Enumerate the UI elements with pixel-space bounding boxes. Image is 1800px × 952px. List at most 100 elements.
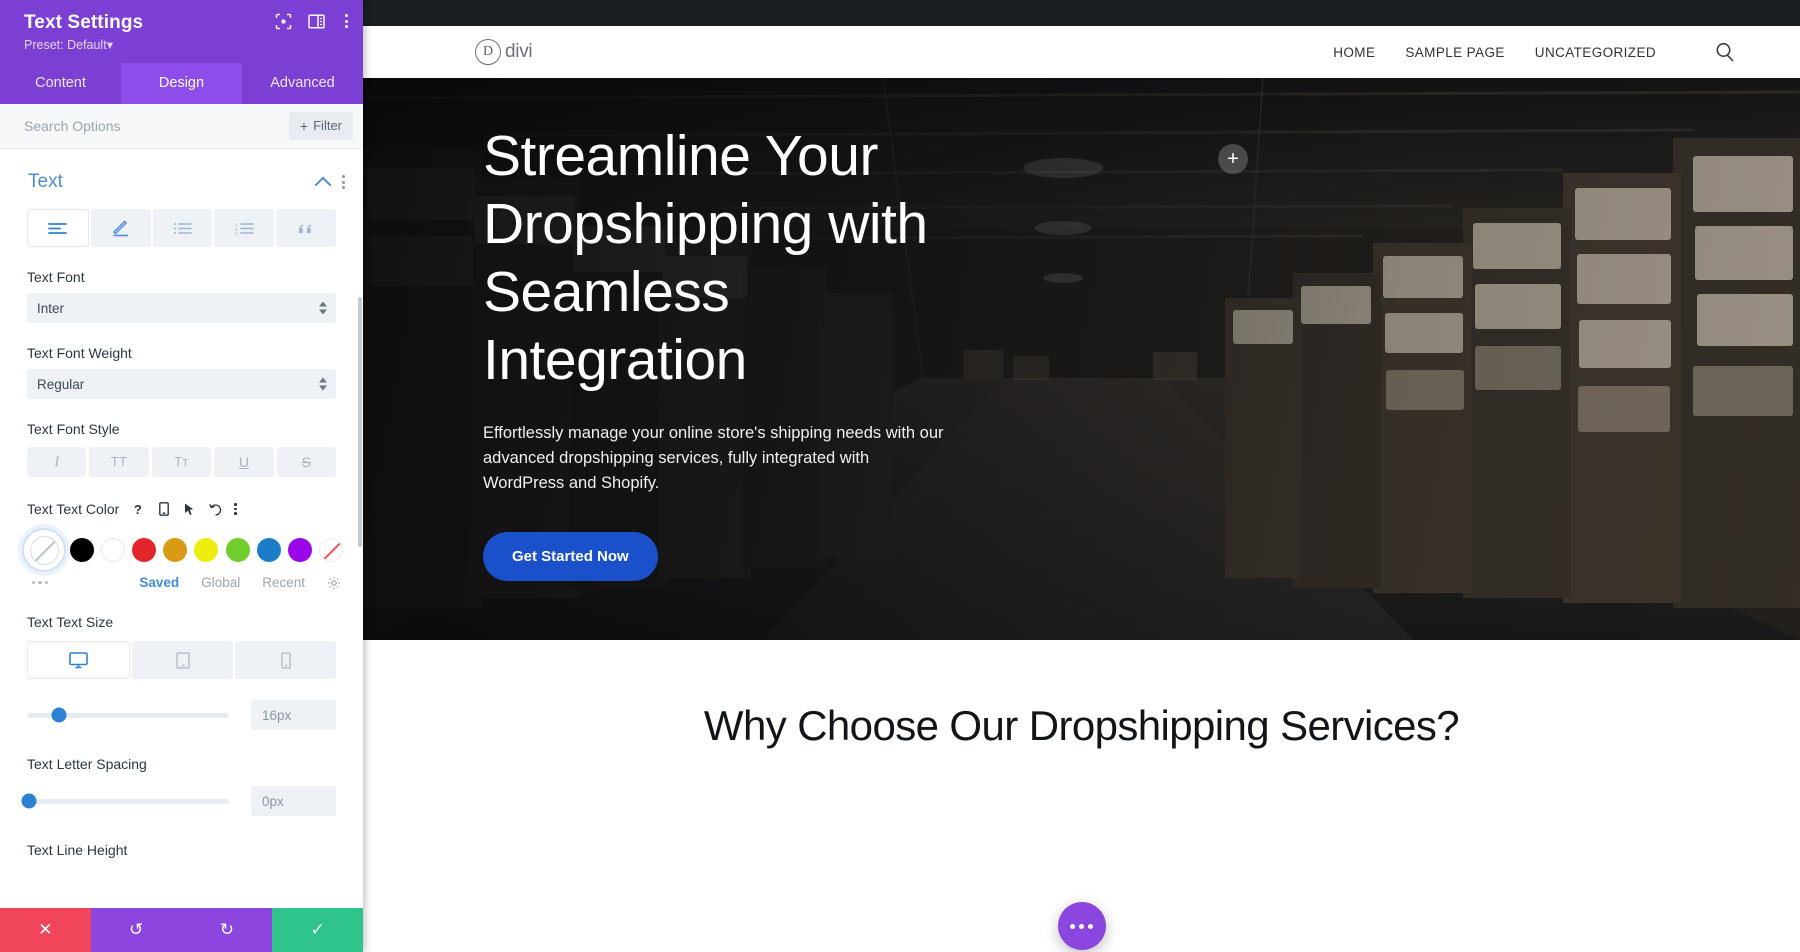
mobile-responsive-icon[interactable] [156, 502, 171, 517]
more-colors-icon[interactable] [32, 580, 49, 585]
text-font-select[interactable]: Inter [27, 293, 336, 323]
redo-button[interactable]: ↻ [181, 908, 273, 952]
reset-undo-icon[interactable] [208, 502, 223, 517]
text-size-value[interactable]: 16px [251, 700, 336, 730]
help-icon[interactable]: ? [130, 502, 145, 517]
text-font-style-field: Text Font Style [0, 421, 363, 437]
phone-icon[interactable] [235, 641, 336, 679]
color-tab-saved[interactable]: Saved [139, 575, 179, 590]
blockquote-icon[interactable] [276, 209, 336, 247]
letter-spacing-value[interactable]: 0px [251, 786, 336, 816]
plus-icon: + [299, 117, 309, 134]
section-title: Text [28, 171, 63, 192]
search-input[interactable] [24, 118, 234, 134]
swatch-green[interactable] [225, 538, 250, 562]
swatch-white[interactable] [100, 538, 125, 562]
site-logo[interactable]: D divi [475, 39, 533, 65]
swatch-purple[interactable] [288, 538, 313, 562]
kebab-menu-icon[interactable] [234, 503, 237, 515]
swatch-blue[interactable] [256, 538, 281, 562]
gear-icon[interactable] [327, 576, 341, 590]
align-left-icon[interactable] [27, 209, 89, 247]
text-font-field: Text Font Inter [0, 269, 363, 323]
capitalize-button[interactable]: Tт [151, 447, 212, 477]
hero-paragraph: Effortlessly manage your online store's … [483, 424, 944, 492]
preset-caret-icon: ▾ [106, 38, 113, 52]
text-size-slider-row: 16px [0, 700, 363, 730]
letter-spacing-slider[interactable] [21, 793, 229, 809]
italic-button[interactable]: I [27, 447, 87, 477]
color-source-row: Saved Global Recent [0, 575, 363, 590]
filter-label: Filter [313, 118, 342, 133]
underline-button[interactable]: U [214, 447, 274, 477]
features-section: Why Choose Our Dropshipping Services? [363, 640, 1800, 952]
focus-target-icon[interactable] [274, 12, 292, 30]
current-color-swatch[interactable] [22, 528, 66, 572]
letter-spacing-label: Text Letter Spacing [27, 756, 147, 772]
swatch-red[interactable] [132, 538, 157, 562]
search-row: + Filter [0, 104, 363, 149]
save-button[interactable]: ✓ [272, 908, 363, 952]
text-size-field: Text Text Size [0, 614, 363, 630]
hero-title: Streamline Your Dropshipping with Seamle… [483, 124, 928, 392]
nav-link-sample-page[interactable]: SAMPLE PAGE [1405, 45, 1504, 60]
swatch-no-color[interactable] [319, 538, 344, 562]
chevron-up-icon[interactable] [316, 178, 330, 187]
panel-header: Text Settings Preset: Default▾ [0, 0, 363, 63]
ordered-list-icon[interactable]: 1 2 3 [214, 209, 275, 247]
panel-preset[interactable]: Preset: Default▾ [24, 38, 349, 53]
text-size-slider-knob[interactable] [51, 707, 67, 723]
desktop-icon[interactable] [27, 641, 130, 679]
panel-header-icons [274, 12, 353, 30]
unordered-list-icon[interactable] [152, 209, 213, 247]
admin-bar [363, 0, 1800, 26]
strikethrough-button[interactable]: S [276, 447, 337, 477]
text-size-label: Text Text Size [27, 614, 114, 630]
text-font-weight-field: Text Font Weight Regular [0, 345, 363, 399]
preset-label: Preset: Default [24, 38, 107, 52]
swatch-black[interactable] [69, 538, 94, 562]
panel-scrollbar[interactable] [358, 297, 362, 547]
line-height-field: Text Line Height [0, 842, 363, 858]
get-started-button[interactable]: Get Started Now [483, 532, 658, 581]
kebab-menu-icon[interactable] [342, 175, 345, 189]
color-tab-recent[interactable]: Recent [262, 575, 305, 590]
text-font-style-label: Text Font Style [27, 421, 120, 437]
swatch-orange[interactable] [163, 538, 188, 562]
tab-design[interactable]: Design [121, 63, 242, 104]
text-toolbar: 1 2 3 [0, 209, 363, 247]
builder-menu-fab[interactable] [1057, 902, 1106, 950]
text-size-slider[interactable] [27, 707, 229, 723]
letter-spacing-slider-knob[interactable] [21, 793, 37, 809]
site-preview: D divi HOME SAMPLE PAGE UNCATEGORIZED + … [363, 0, 1800, 952]
nav-link-home[interactable]: HOME [1333, 45, 1375, 60]
site-navbar: D divi HOME SAMPLE PAGE UNCATEGORIZED [363, 26, 1800, 78]
search-icon[interactable] [1714, 41, 1736, 63]
letter-spacing-slider-row: 0px [0, 786, 363, 816]
color-swatches [0, 527, 363, 573]
tablet-icon[interactable] [132, 641, 233, 679]
text-color-label: Text Text Color [27, 501, 120, 517]
tab-content[interactable]: Content [0, 63, 121, 104]
nav-links: HOME SAMPLE PAGE UNCATEGORIZED [1333, 41, 1736, 63]
add-module-button[interactable]: + [1218, 144, 1248, 174]
nav-link-uncategorized[interactable]: UNCATEGORIZED [1535, 45, 1656, 60]
text-color-pen-icon[interactable] [90, 209, 151, 247]
more-options-icon[interactable] [340, 12, 353, 30]
swatch-yellow[interactable] [194, 538, 219, 562]
filter-button[interactable]: + Filter [288, 112, 353, 140]
hover-cursor-icon[interactable] [182, 502, 197, 517]
color-tab-global[interactable]: Global [201, 575, 240, 590]
uppercase-button[interactable]: TT [89, 447, 149, 477]
tab-advanced[interactable]: Advanced [242, 63, 363, 104]
panel-layout-icon[interactable] [307, 12, 325, 30]
undo-button[interactable]: ↺ [90, 908, 182, 952]
cancel-button[interactable]: ✕ [0, 908, 91, 952]
text-section-header: Text [0, 149, 363, 209]
text-font-weight-select[interactable]: Regular [27, 369, 336, 399]
panel-footer: ✕ ↺ ↻ ✓ [0, 908, 363, 952]
features-heading: Why Choose Our Dropshipping Services? [703, 702, 1460, 749]
text-color-header: Text Text Color ? [0, 501, 363, 517]
panel-body: Text 1 2 3 Text Font Inter Text Font Wei… [0, 149, 363, 952]
panel-tabs: Content Design Advanced [0, 63, 363, 104]
